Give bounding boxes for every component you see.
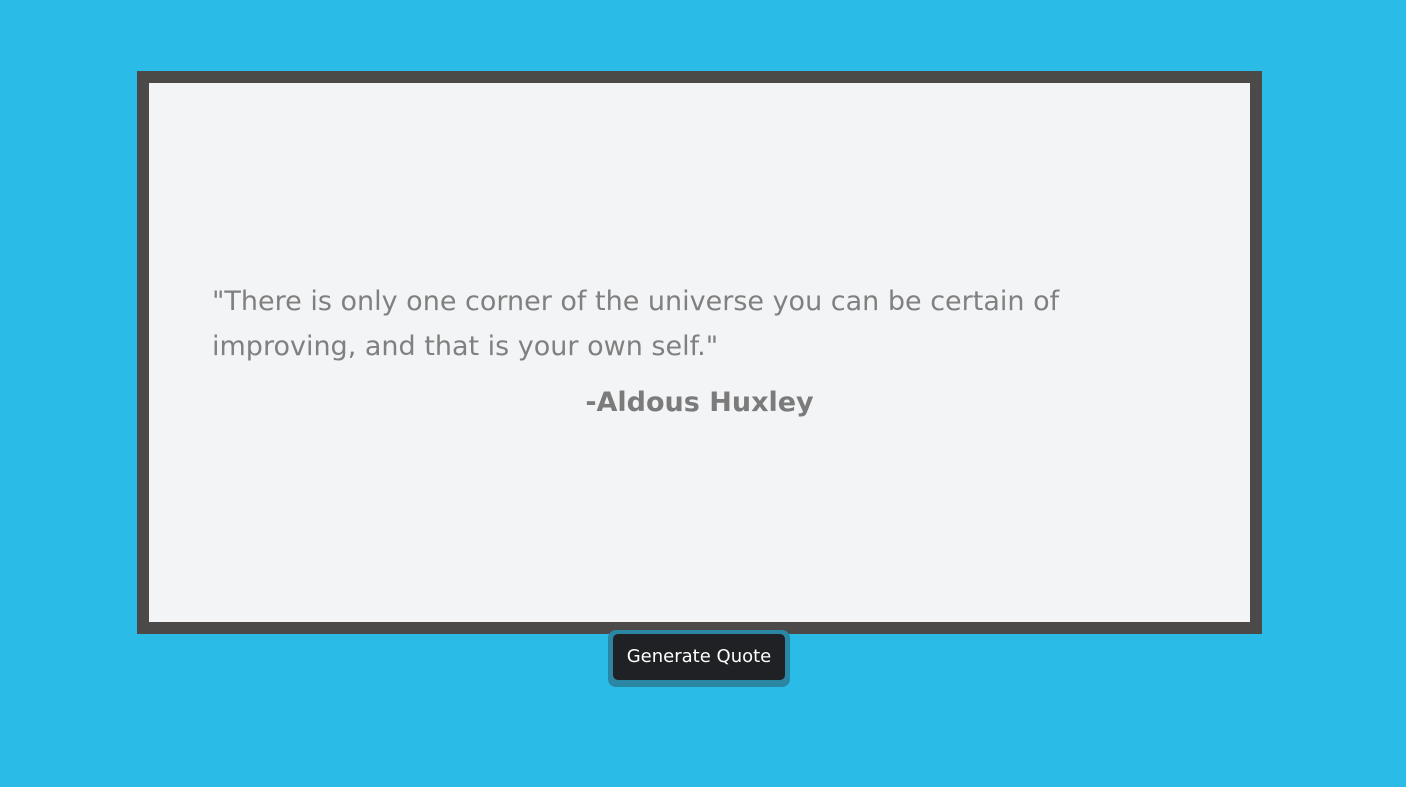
quote-author: -Aldous Huxley bbox=[585, 387, 814, 418]
generate-button-focus-ring: Generate Quote bbox=[608, 630, 790, 687]
page-background: "There is only one corner of the univers… bbox=[0, 0, 1406, 787]
quote-card: "There is only one corner of the univers… bbox=[137, 71, 1262, 634]
generate-quote-button[interactable]: Generate Quote bbox=[613, 634, 785, 680]
quote-text: "There is only one corner of the univers… bbox=[212, 286, 1060, 362]
